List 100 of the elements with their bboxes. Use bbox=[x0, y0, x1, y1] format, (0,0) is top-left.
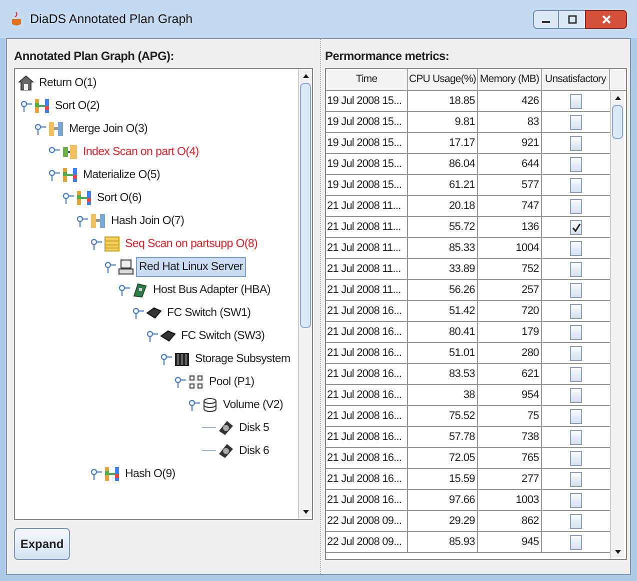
circuit-board-icon bbox=[132, 282, 148, 298]
table-cell: 21 Jul 2008 11... bbox=[326, 217, 408, 237]
table-cell: 21 Jul 2008 16... bbox=[326, 385, 408, 405]
table-cell: 22 Jul 2008 09... bbox=[326, 532, 408, 552]
close-button[interactable] bbox=[585, 10, 627, 28]
tree-toggle[interactable] bbox=[118, 282, 130, 296]
checkbox[interactable] bbox=[570, 514, 582, 528]
column-header[interactable]: Memory (MB) bbox=[478, 69, 542, 90]
table-cell: 19 Jul 2008 15... bbox=[326, 154, 408, 174]
table-cell: 15.59 bbox=[408, 469, 478, 489]
checkbox[interactable] bbox=[570, 534, 582, 550]
checkbox[interactable] bbox=[570, 114, 582, 130]
table-cell: 29.29 bbox=[408, 511, 478, 531]
tree-toggle[interactable] bbox=[174, 374, 186, 388]
table-cell: 747 bbox=[478, 196, 542, 216]
tree-item[interactable]: Hash O(9) bbox=[122, 464, 178, 484]
checkbox[interactable] bbox=[570, 388, 582, 402]
tree-item[interactable]: Red Hat Linux Server bbox=[136, 256, 246, 276]
tree-item[interactable]: Disk 5 bbox=[236, 418, 272, 438]
checkbox[interactable] bbox=[570, 430, 582, 444]
scrollbar-thumb[interactable] bbox=[612, 105, 623, 139]
tree-item[interactable]: Volume (V2) bbox=[220, 394, 286, 414]
tree-item[interactable]: Seq Scan on partsupp O(8) bbox=[122, 234, 260, 254]
tree-item[interactable]: Pool (P1) bbox=[206, 372, 258, 392]
checkbox[interactable] bbox=[570, 324, 582, 340]
table-cell: 51.42 bbox=[408, 301, 478, 321]
vertical-scrollbar[interactable] bbox=[610, 91, 624, 559]
computer-icon bbox=[118, 258, 134, 274]
device-icon bbox=[146, 304, 162, 320]
checkbox[interactable] bbox=[570, 492, 582, 508]
tree-item[interactable]: Return O(1) bbox=[36, 72, 100, 92]
table-cell: 38 bbox=[408, 385, 478, 405]
tree-item[interactable]: Storage Subsystem bbox=[192, 348, 294, 368]
table-cell: 56.26 bbox=[408, 280, 478, 300]
window-title: DiaDS Annotated Plan Graph bbox=[30, 10, 193, 28]
tree-toggle[interactable] bbox=[104, 260, 116, 274]
join-icon bbox=[48, 120, 64, 136]
expand-button[interactable]: Expand bbox=[14, 528, 70, 560]
tree-item[interactable]: Hash Join O(7) bbox=[108, 210, 188, 230]
tree-toggle[interactable] bbox=[146, 328, 158, 342]
table-cell: 19 Jul 2008 15... bbox=[326, 112, 408, 132]
checkbox[interactable] bbox=[570, 220, 582, 234]
table-cell: 97.66 bbox=[408, 490, 478, 510]
tree-item[interactable]: FC Switch (SW3) bbox=[178, 326, 268, 346]
table-cell: 21 Jul 2008 11... bbox=[326, 280, 408, 300]
checkbox[interactable] bbox=[570, 178, 582, 192]
tree-toggle[interactable] bbox=[160, 352, 172, 366]
table-cell: 1004 bbox=[478, 238, 542, 258]
checkbox[interactable] bbox=[570, 304, 582, 318]
table-cell: 21 Jul 2008 16... bbox=[326, 427, 408, 447]
checkbox[interactable] bbox=[570, 472, 582, 486]
table-icon bbox=[104, 236, 120, 252]
tree-toggle[interactable] bbox=[20, 98, 32, 112]
checkbox[interactable] bbox=[570, 94, 582, 108]
checkbox[interactable] bbox=[570, 136, 582, 150]
table-cell: 86.04 bbox=[408, 154, 478, 174]
minimize-button[interactable] bbox=[533, 10, 559, 28]
tree-toggle[interactable] bbox=[90, 466, 102, 480]
checkbox[interactable] bbox=[570, 262, 582, 276]
checkbox[interactable] bbox=[570, 346, 582, 360]
checkbox[interactable] bbox=[570, 366, 582, 382]
table-cell: 621 bbox=[478, 364, 542, 384]
tree-item[interactable]: Disk 6 bbox=[236, 440, 272, 460]
tree-item[interactable]: Merge Join O(3) bbox=[66, 118, 151, 138]
checkbox[interactable] bbox=[570, 198, 582, 214]
checkbox[interactable] bbox=[570, 408, 582, 424]
checkmark-icon bbox=[572, 222, 580, 232]
tree-toggle[interactable] bbox=[90, 236, 102, 250]
table-cell: 80.41 bbox=[408, 322, 478, 342]
table-cell: 954 bbox=[478, 385, 542, 405]
tree-toggle[interactable] bbox=[48, 168, 60, 182]
maximize-button[interactable] bbox=[559, 10, 585, 28]
checkbox[interactable] bbox=[570, 240, 582, 256]
tree-item[interactable]: FC Switch (SW1) bbox=[164, 302, 254, 322]
checkbox[interactable] bbox=[570, 156, 582, 172]
tree-item[interactable]: Materialize O(5) bbox=[80, 164, 163, 184]
device-icon bbox=[160, 328, 176, 344]
house-icon bbox=[18, 74, 34, 90]
tree-item[interactable]: Index Scan on part O(4) bbox=[80, 142, 202, 162]
vertical-scrollbar[interactable] bbox=[298, 69, 312, 519]
tree-item[interactable]: Sort O(2) bbox=[52, 96, 103, 116]
table-cell: 19 Jul 2008 15... bbox=[326, 91, 408, 111]
tree-toggle[interactable] bbox=[34, 122, 46, 136]
table-cell: 83 bbox=[478, 112, 542, 132]
table-cell: 19 Jul 2008 15... bbox=[326, 133, 408, 153]
checkbox[interactable] bbox=[570, 450, 582, 466]
tree-item[interactable]: Sort O(6) bbox=[94, 188, 145, 208]
column-header[interactable]: Time bbox=[326, 69, 408, 90]
tree-toggle[interactable] bbox=[132, 306, 144, 320]
table-cell: 577 bbox=[478, 175, 542, 195]
table-cell: 21 Jul 2008 16... bbox=[326, 322, 408, 342]
column-header[interactable]: CPU Usage(%) bbox=[408, 69, 478, 90]
tree-toggle[interactable] bbox=[62, 190, 74, 204]
table-cell: 179 bbox=[478, 322, 542, 342]
checkbox[interactable] bbox=[570, 282, 582, 298]
column-header[interactable]: Unsatisfactory bbox=[542, 69, 610, 90]
tree-item[interactable]: Host Bus Adapter (HBA) bbox=[150, 280, 274, 300]
scrollbar-thumb[interactable] bbox=[300, 83, 311, 328]
tree-toggle[interactable] bbox=[188, 398, 200, 412]
tree-toggle[interactable] bbox=[76, 214, 88, 228]
